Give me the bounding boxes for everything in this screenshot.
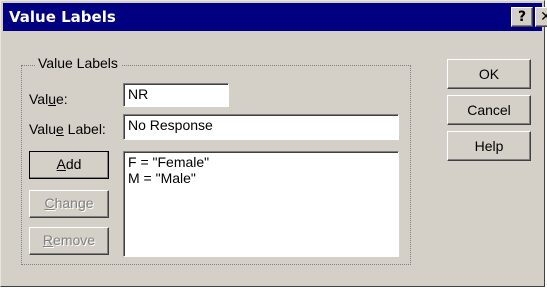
- change-button[interactable]: Change: [29, 190, 109, 218]
- value-label-input[interactable]: No Response: [123, 114, 399, 140]
- value-label: Value:: [29, 91, 68, 107]
- value-input[interactable]: NR: [123, 83, 229, 107]
- help-button[interactable]: Help: [447, 131, 531, 161]
- value-label-label: Value Label:: [29, 121, 106, 137]
- value-labels-dialog: Value Labels ? ✕ Value Labels Value: NR …: [0, 0, 547, 287]
- list-item[interactable]: F = "Female": [128, 154, 394, 170]
- value-labels-list[interactable]: F = "Female" M = "Male": [123, 151, 399, 257]
- window-title: Value Labels: [9, 8, 116, 26]
- add-button[interactable]: Add: [29, 151, 109, 179]
- groupbox-label: Value Labels: [35, 55, 121, 71]
- remove-button[interactable]: Remove: [29, 227, 109, 255]
- cancel-button[interactable]: Cancel: [447, 95, 531, 125]
- list-item[interactable]: M = "Male": [128, 170, 394, 186]
- title-bar[interactable]: Value Labels ? ✕: [3, 3, 547, 31]
- help-icon[interactable]: ?: [511, 7, 533, 27]
- close-icon[interactable]: ✕: [535, 7, 547, 27]
- ok-button[interactable]: OK: [447, 59, 531, 89]
